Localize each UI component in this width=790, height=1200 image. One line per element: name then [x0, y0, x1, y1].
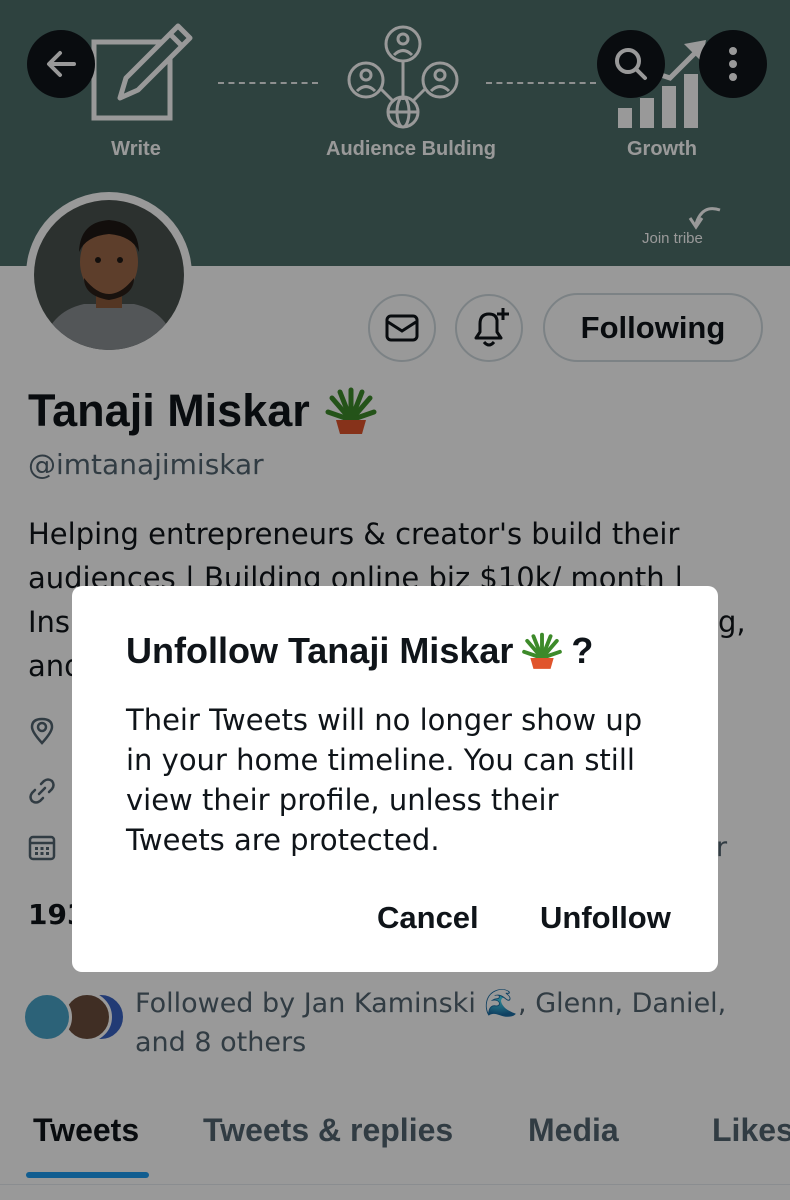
dialog-title-text: Unfollow Tanaji Miskar: [126, 630, 514, 671]
cancel-button[interactable]: Cancel: [377, 900, 479, 936]
dialog-title-suffix: ?: [571, 630, 594, 671]
dialog-title: Unfollow Tanaji Miskar ?: [126, 630, 593, 672]
unfollow-dialog: Unfollow Tanaji Miskar ? Their Tweets wi…: [72, 586, 718, 972]
unfollow-button[interactable]: Unfollow: [540, 900, 671, 936]
dialog-message: Their Tweets will no longer show up in y…: [126, 703, 643, 857]
potted-plant-icon: [522, 632, 563, 669]
